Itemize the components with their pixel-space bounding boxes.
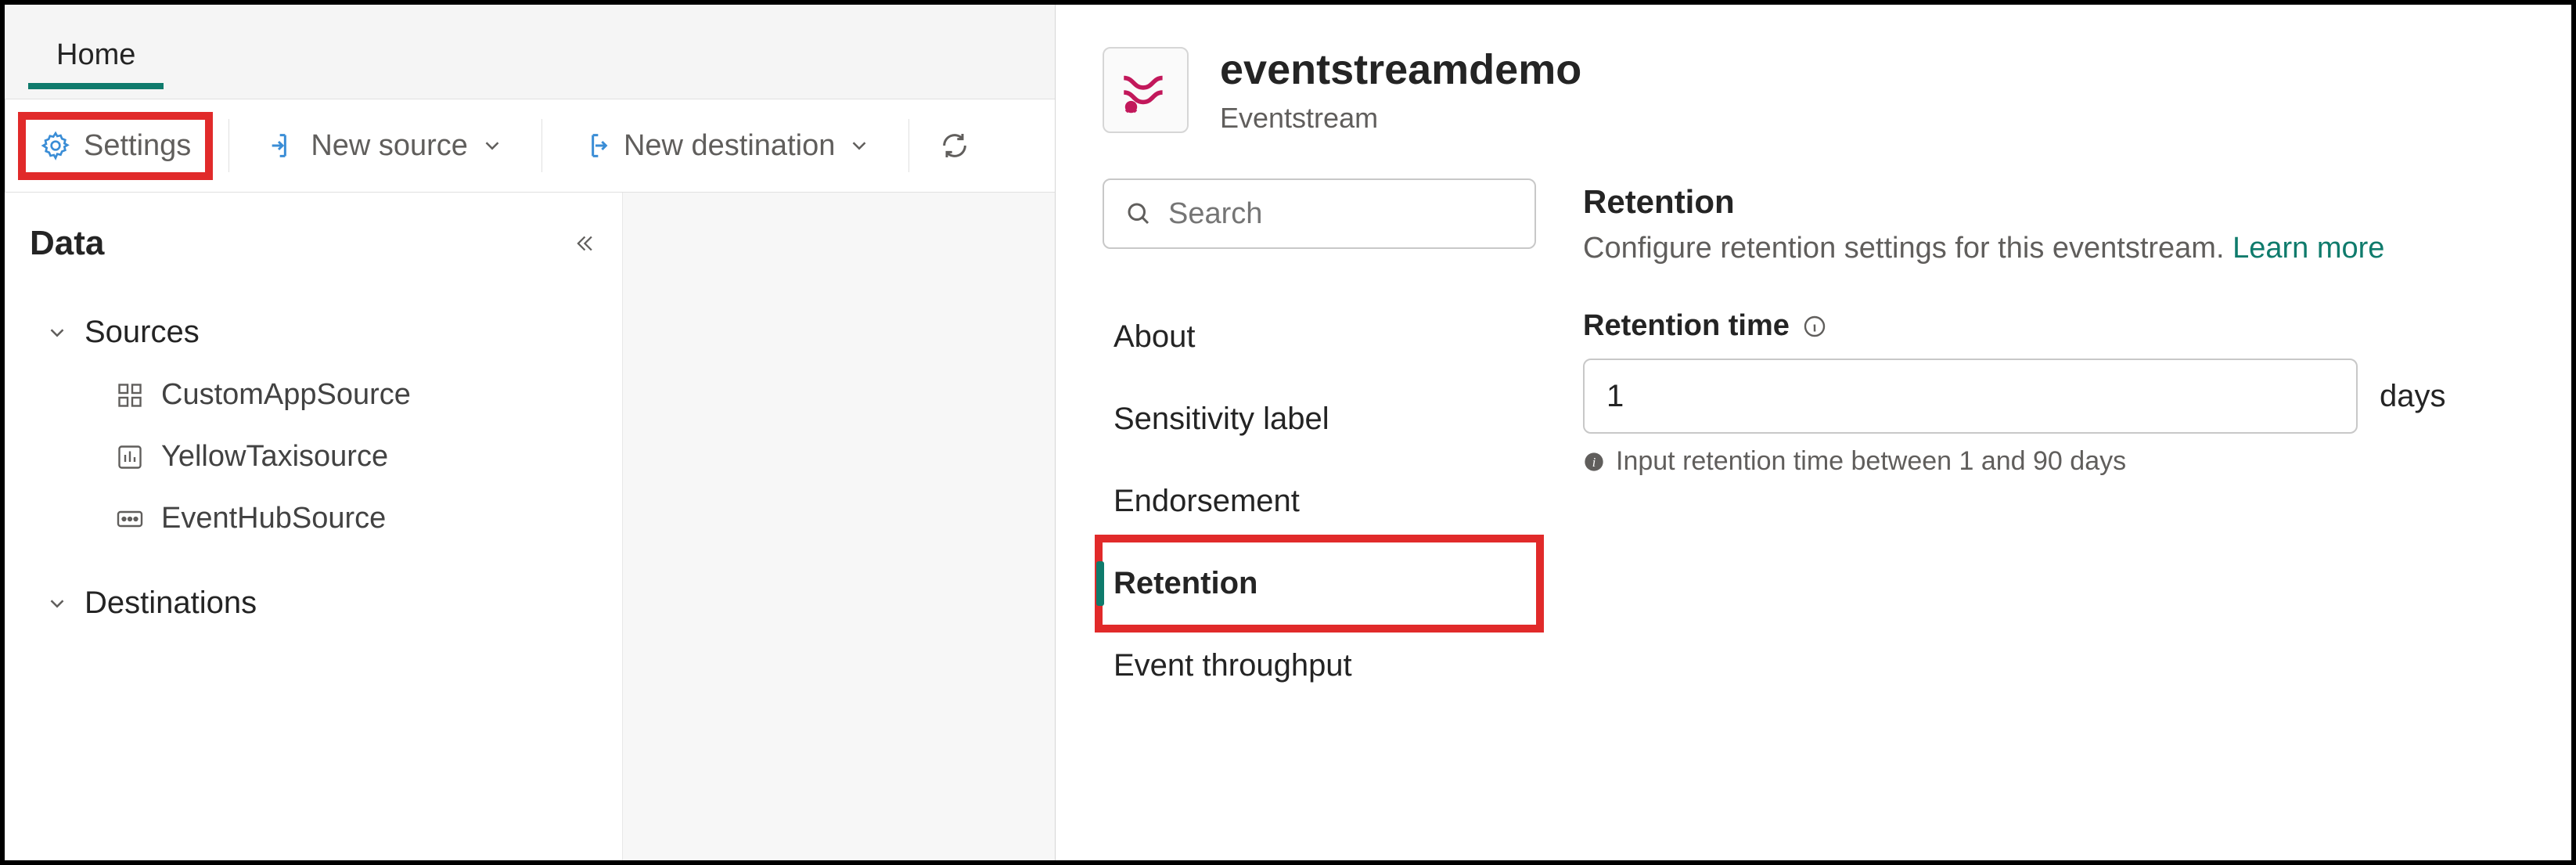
eventstream-icon <box>1103 47 1189 133</box>
tab-home[interactable]: Home <box>28 20 164 89</box>
source-label: CustomAppSource <box>161 378 411 412</box>
search-icon <box>1124 200 1153 228</box>
pane-nav: About Sensitivity label Endorsement Rete… <box>1056 163 1583 860</box>
new-destination-button[interactable]: New destination <box>564 118 887 174</box>
source-item-customappsource[interactable]: CustomAppSource <box>30 364 597 426</box>
chevron-down-icon <box>45 592 69 615</box>
info-icon: i <box>1583 451 1605 473</box>
gear-icon <box>40 130 71 161</box>
app-icon <box>116 381 144 409</box>
learn-more-link[interactable]: Learn more <box>2232 232 2384 265</box>
source-label: EventHubSource <box>161 502 386 535</box>
nav-sensitivity[interactable]: Sensitivity label <box>1103 378 1536 460</box>
search-input[interactable] <box>1168 197 1551 231</box>
search-box[interactable] <box>1103 178 1536 249</box>
pane-content: Retention Configure retention settings f… <box>1583 163 2571 860</box>
collapse-panel-button[interactable] <box>570 230 597 257</box>
destination-icon <box>580 130 611 161</box>
source-icon <box>267 130 298 161</box>
chevron-down-icon <box>847 134 871 157</box>
chevron-down-icon <box>480 134 504 157</box>
nav-endorsement[interactable]: Endorsement <box>1103 460 1536 542</box>
pane-header: eventstreamdemo Eventstream <box>1056 5 2571 163</box>
new-destination-label: New destination <box>624 129 835 163</box>
refresh-icon <box>939 130 970 161</box>
svg-text:i: i <box>1592 454 1596 469</box>
eventhub-icon <box>116 505 144 533</box>
pane-title: eventstreamdemo <box>1220 45 1581 94</box>
info-icon[interactable] <box>1802 314 1827 339</box>
canvas-area[interactable] <box>623 193 1066 860</box>
settings-label: Settings <box>84 129 191 163</box>
retention-hint: i Input retention time between 1 and 90 … <box>1583 446 2517 477</box>
source-label: YellowTaxisource <box>161 440 388 474</box>
toolbar-divider <box>541 119 542 172</box>
settings-pane: eventstreamdemo Eventstream About Sensit… <box>1055 5 2571 860</box>
retention-heading: Retention <box>1583 183 2517 221</box>
toolbar: Settings New source New destination <box>5 99 1066 193</box>
retention-description: Configure retention settings for this ev… <box>1583 232 2517 265</box>
tree-section-sources[interactable]: Sources <box>30 301 597 364</box>
nav-throughput[interactable]: Event throughput <box>1103 625 1536 707</box>
new-source-label: New source <box>311 129 468 163</box>
refresh-button[interactable] <box>931 119 978 172</box>
retention-time-label: Retention time <box>1583 309 2517 343</box>
destinations-label: Destinations <box>85 586 257 621</box>
data-panel: Data Sources CustomAppSource <box>5 193 623 860</box>
settings-button[interactable]: Settings <box>24 118 207 174</box>
retention-unit: days <box>2380 379 2446 414</box>
chevron-down-icon <box>45 321 69 344</box>
toolbar-divider <box>908 119 909 172</box>
tab-strip: Home <box>5 5 1066 89</box>
sources-label: Sources <box>85 315 200 350</box>
data-panel-title: Data <box>30 224 104 263</box>
chart-icon <box>116 443 144 471</box>
nav-retention[interactable]: Retention <box>1103 542 1536 625</box>
new-source-button[interactable]: New source <box>251 118 520 174</box>
toolbar-divider <box>228 119 229 172</box>
pane-subtitle: Eventstream <box>1220 102 1581 135</box>
tree-section-destinations[interactable]: Destinations <box>30 571 597 635</box>
source-item-eventhubsource[interactable]: EventHubSource <box>30 488 597 550</box>
nav-about[interactable]: About <box>1103 296 1536 378</box>
retention-time-input[interactable] <box>1583 359 2358 434</box>
source-item-yellowtaxisource[interactable]: YellowTaxisource <box>30 426 597 488</box>
